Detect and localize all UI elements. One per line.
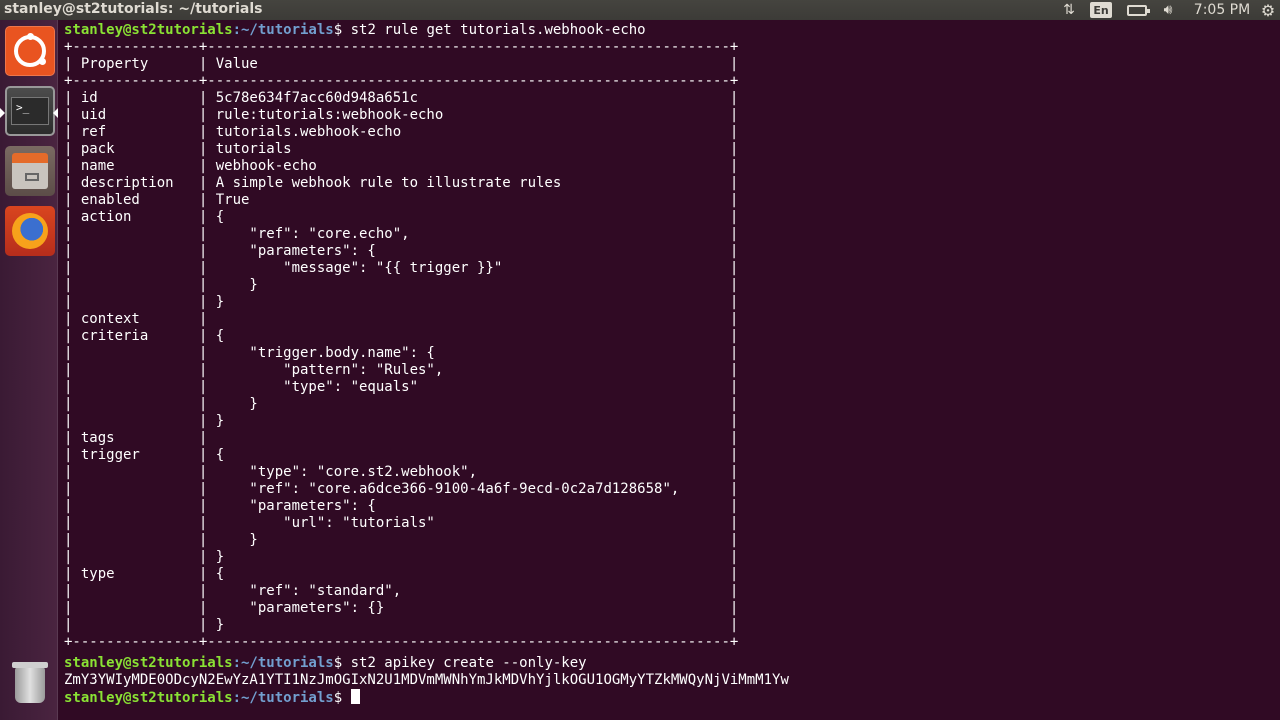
table-line: | | "pattern": "Rules", |: [64, 362, 739, 378]
prompt-line-2: stanley@st2tutorials:~/tutorials$ st2 ap…: [64, 655, 587, 672]
command-text: st2 apikey create --only-key: [350, 655, 587, 671]
firefox-app-icon[interactable]: [5, 206, 55, 256]
table-line: | | "ref": "core.echo", |: [64, 226, 739, 242]
table-line: | criteria | { |: [64, 328, 739, 344]
table-line: | | } |: [64, 413, 739, 429]
table-line: | | } |: [64, 396, 739, 412]
table-line: | type | { |: [64, 566, 739, 582]
terminal-app-icon[interactable]: >_: [5, 86, 55, 136]
table-line: | | } |: [64, 532, 739, 548]
table-line: | context | |: [64, 311, 739, 327]
table-line: | | } |: [64, 617, 739, 633]
apikey-output: ZmY3YWIyMDE0ODcyN2EwYzA1YTI1NzJmOGIxN2U1…: [64, 672, 789, 688]
prompt-user: stanley@st2tutorials: [64, 690, 233, 706]
table-line: | | "parameters": { |: [64, 243, 739, 259]
command-text: st2 rule get tutorials.webhook-echo: [350, 22, 646, 38]
table-line: | pack | tutorials |: [64, 141, 739, 157]
table-line: | ref | tutorials.webhook-echo |: [64, 124, 739, 140]
table-line: | trigger | { |: [64, 447, 739, 463]
table-line: | | "parameters": { |: [64, 498, 739, 514]
table-line: | | "ref": "core.a6dce366-9100-4a6f-9ecd…: [64, 481, 739, 497]
table-line: | name | webhook-echo |: [64, 158, 739, 174]
prompt-path: :~/tutorials: [232, 690, 334, 706]
prompt-user: stanley@st2tutorials: [64, 22, 233, 38]
prompt-symbol: $: [333, 22, 351, 38]
table-line: | | "type": "core.st2.webhook", |: [64, 464, 739, 480]
gear-icon[interactable]: ⚙: [1258, 1, 1278, 20]
table-line: | | "message": "{{ trigger }}" |: [64, 260, 739, 276]
launcher: >_: [0, 20, 58, 720]
volume-icon[interactable]: 🔊︎: [1157, 1, 1179, 19]
table-line: | description | A simple webhook rule to…: [64, 175, 739, 191]
prompt-path: :~/tutorials: [232, 655, 334, 671]
network-arrows-icon[interactable]: ⇅: [1058, 1, 1080, 19]
table-line: | | "ref": "standard", |: [64, 583, 739, 599]
ubuntu-dash-icon[interactable]: [5, 26, 55, 76]
terminal-window[interactable]: stanley@st2tutorials:~/tutorials$ st2 ru…: [64, 20, 1280, 720]
table-line: | Property | Value |: [64, 56, 739, 72]
prompt-line-3[interactable]: stanley@st2tutorials:~/tutorials$: [64, 689, 360, 706]
prompt-user: stanley@st2tutorials: [64, 655, 233, 671]
table-line: +---------------+-----------------------…: [64, 39, 739, 55]
focused-indicator: [53, 108, 58, 118]
table-line: | enabled | True |: [64, 192, 739, 208]
prompt-symbol: $: [333, 690, 351, 706]
battery-icon[interactable]: [1124, 1, 1150, 19]
table-line: | | "parameters": {} |: [64, 600, 739, 616]
table-line: | action | { |: [64, 209, 739, 225]
prompt-path: :~/tutorials: [232, 22, 334, 38]
table-line: +---------------+-----------------------…: [64, 634, 739, 650]
table-line: | | } |: [64, 294, 739, 310]
table-line: | | } |: [64, 549, 739, 565]
window-title: stanley@st2tutorials: ~/tutorials: [4, 1, 263, 17]
text-cursor: [350, 689, 360, 704]
clock[interactable]: 7:05 PM: [1192, 1, 1252, 19]
top-panel: stanley@st2tutorials: ~/tutorials ⇅ En 🔊…: [0, 0, 1280, 20]
table-line: +---------------+-----------------------…: [64, 73, 739, 89]
table-line: | | "type": "equals" |: [64, 379, 739, 395]
files-app-icon[interactable]: [5, 146, 55, 196]
table-line: | uid | rule:tutorials:webhook-echo |: [64, 107, 739, 123]
prompt-line-1: stanley@st2tutorials:~/tutorials$ st2 ru…: [64, 22, 646, 39]
table-line: | tags | |: [64, 430, 739, 446]
prompt-symbol: $: [333, 655, 351, 671]
table-line: | id | 5c78e634f7acc60d948a651c |: [64, 90, 739, 106]
trash-icon[interactable]: [5, 660, 55, 710]
table-line: | | } |: [64, 277, 739, 293]
keyboard-layout-indicator[interactable]: En: [1090, 2, 1112, 18]
table-line: | | "trigger.body.name": { |: [64, 345, 739, 361]
table-line: | | "url": "tutorials" |: [64, 515, 739, 531]
